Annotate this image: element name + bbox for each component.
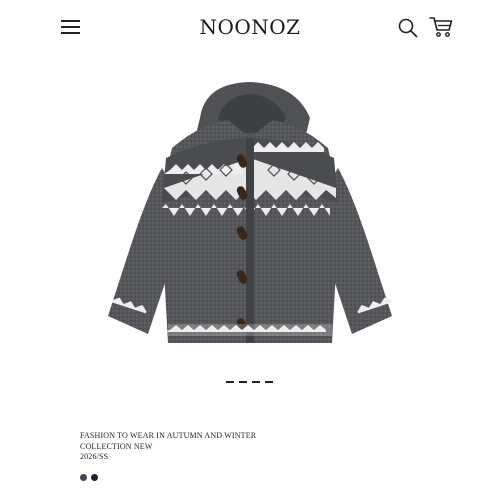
swatch-navy[interactable]: [91, 474, 98, 481]
search-icon: [398, 18, 418, 38]
search-button[interactable]: [397, 17, 419, 39]
carousel-dot-3[interactable]: [252, 381, 260, 383]
swatch-charcoal[interactable]: [80, 474, 87, 481]
hamburger-menu-icon: [61, 20, 80, 22]
carousel-dot-1[interactable]: [226, 381, 234, 383]
carousel-dot-4[interactable]: [265, 381, 273, 383]
image-carousel-indicator: [226, 381, 274, 387]
cardigan-illustration: [108, 82, 393, 343]
product-description-line2: COLLECTION NEW: [80, 441, 153, 451]
product-image[interactable]: [100, 78, 400, 358]
cart-button[interactable]: [428, 15, 454, 39]
carousel-dot-2[interactable]: [239, 381, 247, 383]
menu-button[interactable]: [61, 17, 83, 37]
shopping-cart-icon: [429, 17, 453, 37]
product-description-line1: FASHION TO WEAR IN AUTUMN AND WINTER: [80, 431, 257, 440]
color-swatches: [80, 474, 98, 481]
brand-logo[interactable]: NOONOZ: [170, 15, 330, 39]
product-season: 2026/SS: [80, 452, 109, 461]
product-info: FASHION TO WEAR IN AUTUMN AND WINTER COL…: [80, 431, 420, 463]
site-header: NOONOZ: [0, 0, 500, 58]
